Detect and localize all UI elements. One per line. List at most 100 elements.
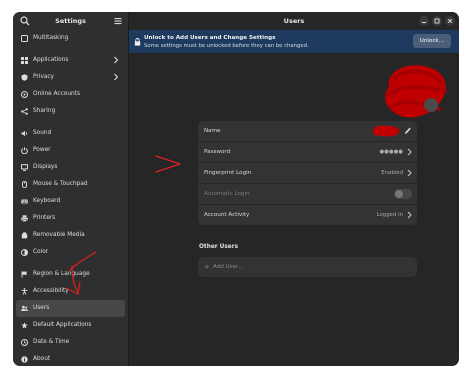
region-flag-icon: [21, 271, 28, 278]
row-label: Automatic Login: [204, 191, 250, 197]
header-bar: Users: [129, 12, 459, 30]
close-button[interactable]: [445, 16, 455, 26]
keyboard-icon: [21, 199, 28, 204]
sidebar-item-label: Region & Language: [33, 271, 90, 277]
sidebar-item-label: Keyboard: [33, 198, 61, 204]
name-redaction-scribble: [373, 125, 400, 137]
toggle-knob: [395, 190, 403, 198]
password-value: ●●●●●: [379, 149, 403, 155]
user-details-card: Name Password ●●●●● Fingerprint Login En…: [198, 121, 417, 225]
sidebar-item-sharing[interactable]: Sharing: [16, 103, 125, 120]
lock-icon: [134, 38, 141, 46]
sidebar-item-label: Applications: [33, 57, 69, 63]
sidebar-item-label: Removable Media: [33, 232, 85, 238]
sidebar-item-default-applications[interactable]: Default Applications: [16, 317, 125, 334]
sidebar-item-label: Date & Time: [33, 339, 70, 345]
clock-icon: [21, 339, 28, 346]
password-row[interactable]: Password ●●●●●: [198, 142, 417, 163]
sidebar-item-label: Users: [33, 305, 50, 311]
banner-title: Unlock to Add Users and Change Settings: [144, 35, 276, 41]
other-users-heading: Other Users: [199, 244, 239, 250]
default-apps-icon: [21, 322, 28, 329]
removable-media-icon: [21, 232, 28, 239]
sidebar-item-mouse-touchpad[interactable]: Mouse & Touchpad: [16, 176, 125, 193]
sidebar-item-multitasking[interactable]: Multitasking: [16, 30, 125, 47]
online-accounts-icon: [21, 91, 28, 98]
sidebar-nav: Multitasking Applications Privacy Online…: [16, 30, 125, 366]
account-activity-row[interactable]: Account Activity Logged in: [198, 205, 417, 225]
sidebar-item-sound[interactable]: Sound: [16, 125, 125, 142]
unlock-banner: Unlock to Add Users and Change Settings …: [129, 30, 459, 53]
row-label: Name: [204, 128, 221, 134]
automatic-login-row: Automatic Login: [198, 184, 417, 205]
chevron-right-icon: [114, 56, 119, 64]
sidebar-item-label: Sound: [33, 130, 52, 136]
power-icon: [21, 147, 28, 154]
sidebar-item-label: Power: [33, 147, 51, 153]
sidebar-title: Settings: [55, 17, 86, 25]
sidebar-item-label: Multitasking: [33, 35, 69, 41]
sidebar-item-online-accounts[interactable]: Online Accounts: [16, 86, 125, 103]
sidebar-item-power[interactable]: Power: [16, 142, 125, 159]
color-icon: [21, 249, 28, 256]
applications-icon: [21, 57, 28, 64]
multitasking-icon: [21, 35, 28, 42]
hamburger-menu-icon[interactable]: [112, 15, 124, 27]
sidebar-item-label: Displays: [33, 164, 58, 170]
sidebar-item-label: Color: [33, 249, 49, 255]
sidebar-item-label: Online Accounts: [33, 91, 80, 97]
close-icon: [447, 18, 453, 24]
sidebar: Settings Multitasking Applications Priva…: [13, 12, 129, 366]
add-user-label: Add User…: [213, 264, 244, 270]
sidebar-item-users[interactable]: Users: [16, 300, 125, 317]
maximize-button[interactable]: [432, 16, 442, 26]
sidebar-item-label: About: [33, 356, 51, 362]
sidebar-item-region-language[interactable]: Region & Language: [16, 266, 125, 283]
sharing-icon: [21, 108, 28, 115]
fingerprint-login-row[interactable]: Fingerprint Login Enabled: [198, 163, 417, 184]
minimize-button[interactable]: [419, 16, 429, 26]
settings-window: Settings Multitasking Applications Priva…: [13, 12, 459, 366]
chevron-right-icon: [407, 148, 412, 156]
sound-icon: [21, 130, 28, 137]
row-label: Fingerprint Login: [204, 170, 252, 176]
row-label: Account Activity: [204, 212, 250, 218]
sidebar-item-label: Mouse & Touchpad: [33, 181, 88, 187]
sidebar-item-label: Privacy: [33, 74, 54, 80]
users-icon: [21, 305, 28, 311]
account-activity-status: Logged in: [376, 212, 403, 218]
sidebar-item-keyboard[interactable]: Keyboard: [16, 193, 125, 210]
automatic-login-toggle[interactable]: [394, 189, 412, 199]
avatar-redaction-scribble: [385, 65, 447, 118]
sidebar-item-displays[interactable]: Displays: [16, 159, 125, 176]
sidebar-item-label: Accessibility: [33, 288, 69, 294]
sidebar-item-printers[interactable]: Printers: [16, 210, 125, 227]
sidebar-item-privacy[interactable]: Privacy: [16, 69, 125, 86]
edit-pencil-icon[interactable]: [404, 126, 412, 135]
sidebar-item-date-time[interactable]: Date & Time: [16, 334, 125, 351]
privacy-icon: [21, 74, 28, 81]
mouse-icon: [22, 181, 27, 188]
sidebar-item-removable-media[interactable]: Removable Media: [16, 227, 125, 244]
accessibility-icon: [21, 288, 28, 295]
unlock-button[interactable]: Unlock…: [413, 34, 451, 48]
sidebar-item-color[interactable]: Color: [16, 244, 125, 261]
displays-icon: [21, 164, 28, 171]
sidebar-item-about[interactable]: About: [16, 351, 125, 366]
chevron-right-icon: [114, 73, 119, 81]
row-label: Password: [204, 149, 231, 155]
sidebar-item-label: Printers: [33, 215, 56, 221]
plus-icon: +: [204, 263, 210, 271]
chevron-right-icon: [407, 211, 412, 219]
maximize-icon: [434, 18, 440, 24]
sidebar-item-applications[interactable]: Applications: [16, 52, 125, 69]
sidebar-item-accessibility[interactable]: Accessibility: [16, 283, 125, 300]
main-panel: Users Unlock to Add Users and Change Set…: [129, 12, 459, 366]
printer-icon: [21, 215, 28, 222]
add-user-row[interactable]: + Add User…: [198, 257, 417, 277]
name-row[interactable]: Name: [198, 121, 417, 142]
minimize-icon: [422, 22, 426, 23]
sidebar-header: Settings: [13, 12, 128, 30]
chevron-right-icon: [407, 169, 412, 177]
sidebar-item-label: Sharing: [33, 108, 56, 114]
